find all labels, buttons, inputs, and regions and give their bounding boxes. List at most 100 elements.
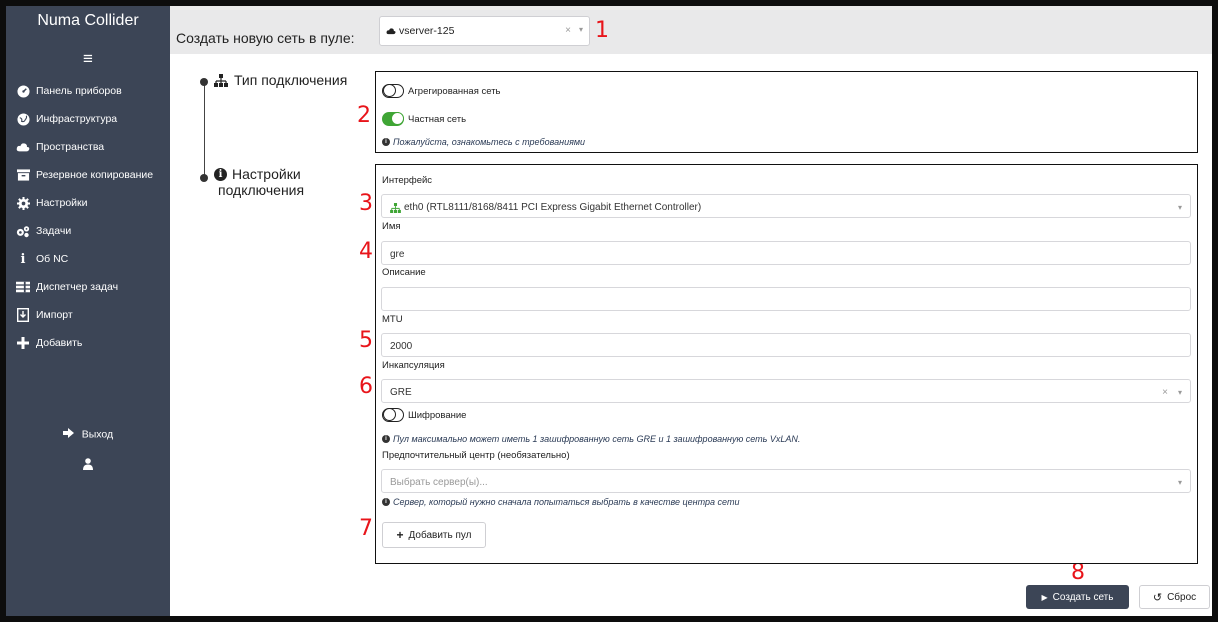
section-title-connection-type: Тип подключения	[214, 72, 347, 88]
name-value: gre	[390, 249, 405, 260]
cloud-icon	[16, 140, 30, 154]
gear-icon	[16, 196, 30, 210]
mtu-value: 2000	[390, 341, 413, 352]
sidebar-item-label: Диспетчер задач	[36, 281, 119, 293]
sidebar-item-settings[interactable]: Настройки	[6, 189, 170, 217]
sidebar-item-tasks[interactable]: Задачи	[6, 217, 170, 245]
sidebar-item-backup[interactable]: Резервное копирование	[6, 161, 170, 189]
undo-icon: ↺	[1152, 591, 1163, 604]
play-icon: ▶	[1041, 592, 1048, 602]
private-network-toggle-row[interactable]: Частная сеть	[382, 112, 466, 126]
encryption-toggle[interactable]	[382, 408, 404, 422]
annotation-5: 5	[359, 328, 373, 353]
info-icon: i	[382, 498, 390, 506]
mtu-label: MTU	[382, 314, 403, 325]
hamburger-icon[interactable]: ≡	[6, 48, 170, 70]
pool-select-value: vserver-125	[399, 25, 455, 37]
encapsulation-label: Инкапсуляция	[382, 360, 445, 371]
sidebar-item-add[interactable]: Добавить	[6, 329, 170, 357]
sidebar-item-label: Задачи	[36, 225, 72, 237]
plus-icon: +	[396, 528, 404, 542]
encapsulation-value: GRE	[390, 387, 412, 398]
chevron-down-icon[interactable]: ▾	[1178, 388, 1182, 397]
sidebar: Numa Collider ≡ Панель приборов Инфрастр…	[6, 6, 170, 616]
timeline-dot	[200, 78, 208, 86]
section-title-line1: Настройки	[232, 166, 301, 182]
info-icon: i	[382, 138, 390, 146]
pool-label: Создать новую сеть в пуле:	[176, 30, 355, 46]
sidebar-item-label: Панель приборов	[36, 85, 122, 97]
header-bar: Создать новую сеть в пуле: vserver-125 ×…	[170, 6, 1212, 54]
aggregated-network-label: Агрегированная сеть	[408, 85, 501, 97]
pool-select[interactable]: vserver-125 × ▾	[379, 16, 590, 46]
interface-select[interactable]: eth0 (RTL8111/8168/8411 PCI Express Giga…	[381, 194, 1191, 218]
tasks-icon	[16, 280, 30, 294]
annotation-2: 2	[357, 103, 371, 128]
requirements-hint[interactable]: i Пожалуйста, ознакомьтесь с требованиям…	[382, 137, 585, 147]
clear-icon[interactable]: ×	[565, 25, 571, 36]
sidebar-item-label: Инфраструктура	[36, 113, 118, 125]
encryption-toggle-row[interactable]: Шифрование	[382, 408, 466, 422]
section-title-label: Тип подключения	[234, 72, 348, 88]
sidebar-item-infrastructure[interactable]: Инфраструктура	[6, 105, 170, 133]
sidebar-item-label: Пространства	[36, 141, 105, 153]
encryption-hint: i Пул максимально может иметь 1 зашифров…	[382, 434, 800, 444]
description-label: Описание	[382, 267, 426, 278]
import-icon	[16, 308, 30, 322]
logout-label: Выход	[81, 428, 114, 441]
sidebar-item-dashboard[interactable]: Панель приборов	[6, 77, 170, 105]
reset-button[interactable]: ↺ Сброс	[1139, 585, 1210, 609]
reset-label: Сброс	[1167, 591, 1197, 603]
create-network-label: Создать сеть	[1052, 591, 1114, 603]
network-icon	[390, 202, 401, 213]
private-network-toggle[interactable]	[382, 112, 404, 126]
encryption-hint-text: Пул максимально может иметь 1 зашифрован…	[393, 434, 801, 444]
clear-icon[interactable]: ×	[1162, 387, 1168, 398]
globe-icon	[16, 112, 30, 126]
aggregated-network-toggle[interactable]	[382, 84, 404, 98]
sidebar-nav: Панель приборов Инфраструктура Пространс…	[6, 77, 170, 357]
annotation-4: 4	[359, 239, 373, 264]
logout-link[interactable]: Выход	[6, 428, 170, 441]
private-network-label: Частная сеть	[408, 113, 467, 125]
logout-icon	[62, 428, 75, 441]
create-network-button[interactable]: ▶ Создать сеть	[1026, 585, 1129, 609]
timeline-line	[204, 80, 205, 178]
chevron-down-icon[interactable]: ▾	[579, 25, 583, 34]
app-title: Numa Collider	[37, 12, 139, 29]
annotation-7: 7	[359, 516, 373, 541]
user-icon[interactable]	[6, 458, 170, 470]
preferred-center-label: Предпочтительный центр (необязательно)	[382, 450, 570, 461]
annotation-6: 6	[359, 374, 373, 399]
annotation-1: 1	[595, 18, 609, 43]
info-icon: i	[382, 435, 390, 443]
chevron-down-icon[interactable]: ▾	[1178, 203, 1182, 212]
preferred-center-select[interactable]: Выбрать сервер(ы)... ▾	[381, 469, 1191, 493]
dashboard-icon	[16, 84, 30, 98]
sidebar-item-spaces[interactable]: Пространства	[6, 133, 170, 161]
info-icon: i	[214, 167, 227, 181]
timeline-dot	[200, 174, 208, 182]
sidebar-item-task-manager[interactable]: Диспетчер задач	[6, 273, 170, 301]
add-pool-button[interactable]: + Добавить пул	[382, 522, 486, 548]
annotation-8: 8	[1071, 560, 1085, 585]
info-icon: i	[20, 251, 26, 267]
interface-label: Интерфейс	[382, 175, 433, 186]
encryption-label: Шифрование	[408, 409, 467, 421]
sidebar-item-label: Добавить	[36, 337, 83, 349]
chevron-down-icon[interactable]: ▾	[1178, 478, 1182, 487]
sidebar-item-about[interactable]: i Об NC	[6, 245, 170, 273]
aggregated-network-toggle-row[interactable]: Агрегированная сеть	[382, 84, 501, 98]
encapsulation-select[interactable]: GRE × ▾	[381, 379, 1191, 403]
name-label: Имя	[382, 221, 401, 232]
mtu-field[interactable]: 2000	[381, 333, 1191, 357]
sidebar-item-label: Импорт	[36, 309, 73, 321]
sidebar-item-label: Резервное копирование	[36, 169, 154, 181]
sidebar-item-import[interactable]: Импорт	[6, 301, 170, 329]
interface-value: eth0 (RTL8111/8168/8411 PCI Express Giga…	[404, 202, 702, 213]
description-field[interactable]	[381, 287, 1191, 311]
name-field[interactable]: gre	[381, 241, 1191, 265]
cloud-icon	[386, 28, 396, 35]
preferred-center-placeholder: Выбрать сервер(ы)...	[390, 477, 488, 488]
section-title-connection-settings: i Настройки подключения	[214, 166, 314, 198]
